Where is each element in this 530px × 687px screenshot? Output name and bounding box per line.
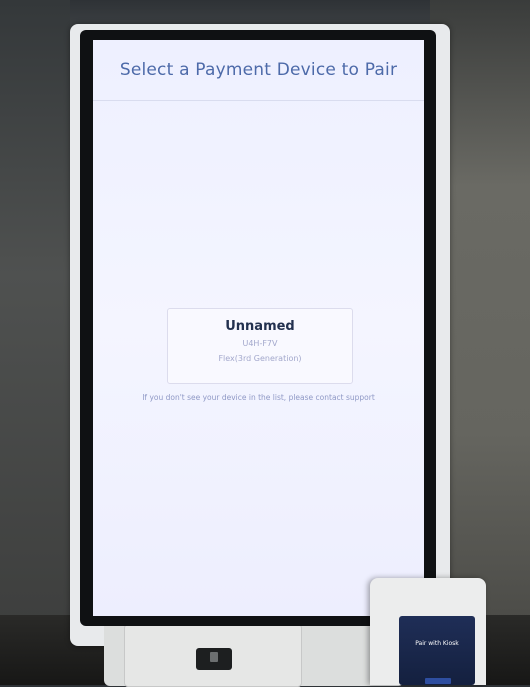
device-id: U4H-F7V: [242, 339, 278, 348]
terminal-screen[interactable]: [399, 616, 475, 685]
wall-left: [0, 0, 70, 685]
terminal-footer-bar: [425, 678, 451, 684]
device-name: Unnamed: [225, 319, 295, 334]
support-note: If you don't see your device in the list…: [142, 393, 375, 402]
scanner-led: [210, 652, 218, 662]
device-list-item[interactable]: Unnamed U4H-F7V Flex(3rd Generation): [167, 308, 353, 384]
page-title: Select a Payment Device to Pair: [119, 60, 398, 80]
terminal-title: Pair with Kiosk: [415, 640, 459, 647]
kiosk-screen: Select a Payment Device to Pair Unnamed …: [93, 40, 424, 616]
device-model: Flex(3rd Generation): [218, 354, 302, 363]
page-header: Select a Payment Device to Pair: [93, 40, 424, 101]
